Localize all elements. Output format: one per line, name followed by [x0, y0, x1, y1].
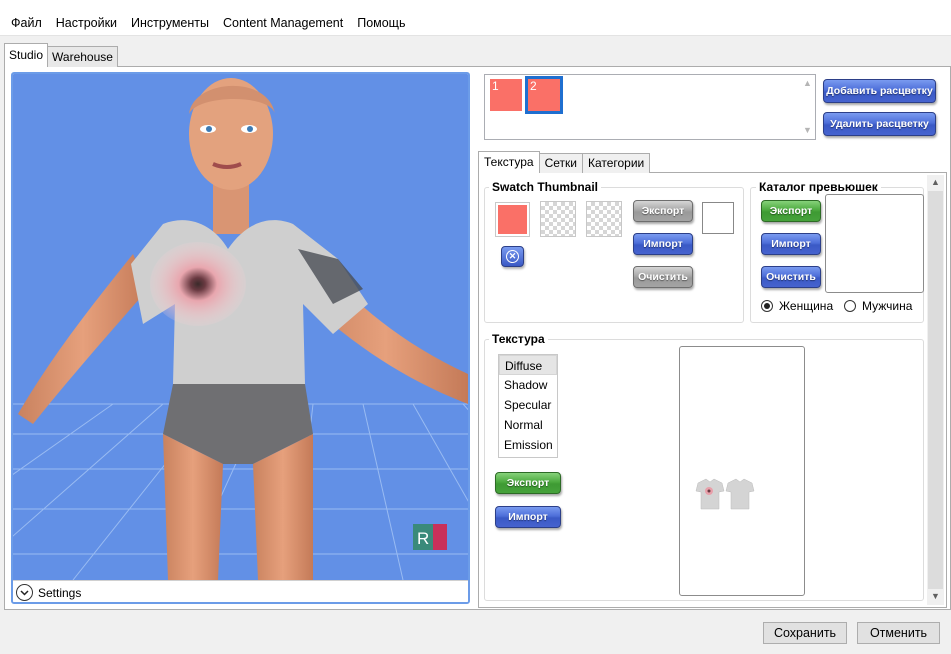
menu-content-management[interactable]: Content Management	[216, 10, 350, 36]
catalog-thumbnail-preview[interactable]	[825, 194, 924, 293]
menu-bar: Файл Настройки Инструменты Content Manag…	[0, 10, 951, 36]
menu-tools[interactable]: Инструменты	[124, 10, 216, 36]
thumbnail-export-button[interactable]: Экспорт	[633, 200, 693, 222]
texture-export-button[interactable]: Экспорт	[495, 472, 561, 494]
scroll-up-icon[interactable]: ▲	[803, 78, 812, 88]
save-button[interactable]: Сохранить	[763, 622, 847, 644]
top-tab-strip: Studio Warehouse	[4, 43, 118, 67]
settings-toggle[interactable]: Settings	[13, 580, 468, 602]
thumbnail-slot-2[interactable]	[540, 201, 576, 237]
viewport-canvas[interactable]: R	[13, 74, 468, 580]
tab-categories[interactable]: Категории	[581, 153, 651, 173]
close-icon: ✕	[506, 250, 519, 263]
gender-male-option[interactable]: Мужчина	[844, 299, 912, 313]
swatch-list[interactable]: 1 2 ▲ ▼	[484, 74, 816, 140]
thumbnail-clear-button[interactable]: Очистить	[633, 266, 693, 288]
menu-help[interactable]: Помощь	[350, 10, 412, 36]
gender-female-option[interactable]: Женщина	[761, 299, 833, 313]
swatch-thumbnail-title: Swatch Thumbnail	[489, 180, 602, 194]
catalog-export-button[interactable]: Экспорт	[761, 200, 821, 222]
texture-title: Текстура	[489, 332, 548, 346]
3d-viewport[interactable]: R Settings	[11, 72, 470, 604]
panel-scrollbar[interactable]: ▲ ▼	[927, 175, 944, 605]
scrollbar-thumb[interactable]	[928, 191, 943, 589]
cancel-button[interactable]: Отменить	[857, 622, 940, 644]
channel-normal[interactable]: Normal	[499, 415, 557, 435]
radio-male[interactable]	[844, 300, 856, 312]
thumbnail-empty-slot[interactable]	[702, 202, 734, 234]
tab-texture[interactable]: Текстура	[478, 151, 540, 173]
gender-male-label: Мужчина	[862, 299, 913, 313]
rf-logo: R	[413, 524, 447, 550]
texture-import-button[interactable]: Импорт	[495, 506, 561, 528]
gender-female-label: Женщина	[779, 299, 834, 313]
scroll-down-icon[interactable]: ▼	[927, 591, 944, 601]
tab-meshes[interactable]: Сетки	[538, 153, 583, 173]
svg-text:R: R	[417, 529, 429, 548]
scroll-up-icon[interactable]: ▲	[927, 177, 944, 187]
window-title-strip	[0, 0, 951, 10]
tshirt-texture-thumbnail	[695, 478, 755, 510]
thumbnail-import-button[interactable]: Импорт	[633, 233, 693, 255]
texture-channel-list[interactable]: Diffuse Shadow Specular Normal Emission	[498, 354, 558, 458]
channel-shadow[interactable]: Shadow	[499, 375, 557, 395]
thumbnail-slot-3[interactable]	[586, 201, 622, 237]
thumbnail-color-fill	[498, 205, 527, 234]
channel-specular[interactable]: Specular	[499, 395, 557, 415]
thumbnail-color-preview[interactable]	[495, 202, 530, 237]
channel-emission[interactable]: Emission	[499, 435, 557, 455]
texture-preview[interactable]	[679, 346, 805, 596]
chevron-down-icon[interactable]	[16, 584, 33, 601]
radio-female[interactable]	[761, 300, 773, 312]
scroll-down-icon[interactable]: ▼	[803, 125, 812, 135]
catalog-clear-button[interactable]: Очистить	[761, 266, 821, 288]
menu-settings[interactable]: Настройки	[49, 10, 124, 36]
swatch-list-scrollbar[interactable]: ▲ ▼	[798, 75, 815, 139]
remove-thumbnail-button[interactable]: ✕	[501, 246, 524, 267]
menu-file[interactable]: Файл	[4, 10, 49, 36]
catalog-title: Каталог превьюшек	[756, 180, 881, 194]
swatch-1[interactable]: 1	[490, 79, 522, 111]
inner-tab-strip: Текстура Сетки Категории	[478, 151, 651, 173]
model-render: R	[13, 78, 468, 580]
settings-label: Settings	[38, 585, 82, 600]
swatch-2[interactable]: 2	[525, 76, 563, 114]
swatch-label: 1	[492, 79, 499, 93]
channel-diffuse[interactable]: Diffuse	[499, 355, 557, 375]
catalog-import-button[interactable]: Импорт	[761, 233, 821, 255]
tab-warehouse[interactable]: Warehouse	[47, 46, 118, 67]
tab-studio[interactable]: Studio	[4, 43, 49, 67]
add-swatch-button[interactable]: Добавить расцветку	[823, 79, 936, 103]
remove-swatch-button[interactable]: Удалить расцветку	[823, 112, 936, 136]
swatch-label: 2	[530, 79, 537, 93]
